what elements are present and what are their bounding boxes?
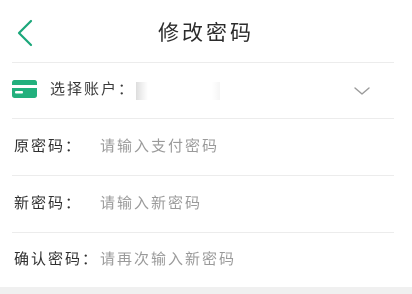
new-password-label: 新密码： — [14, 194, 83, 212]
account-selector-row[interactable]: 选择账户： — [0, 64, 412, 118]
new-password-input[interactable] — [100, 191, 390, 215]
masked-account-blur — [136, 82, 220, 100]
old-password-row: 原密码： — [0, 119, 412, 175]
section-separator — [0, 287, 412, 294]
page-title: 修改密码 — [158, 21, 254, 45]
change-password-page: 修改密码 选择账户： 原密码： 新密码： 确认密码： — [0, 0, 412, 294]
confirm-password-input[interactable] — [100, 247, 390, 271]
chevron-down-icon[interactable] — [354, 86, 370, 96]
credit-card-icon — [12, 80, 37, 98]
account-label: 选择账户： — [50, 80, 136, 98]
new-password-row: 新密码： — [0, 176, 412, 232]
old-password-input[interactable] — [100, 134, 390, 158]
top-navigation-bar: 修改密码 — [0, 0, 412, 62]
divider — [12, 62, 394, 63]
account-value-masked — [136, 82, 220, 100]
confirm-password-row: 确认密码： — [0, 233, 412, 287]
confirm-password-label: 确认密码： — [14, 250, 100, 268]
old-password-label: 原密码： — [14, 137, 83, 155]
